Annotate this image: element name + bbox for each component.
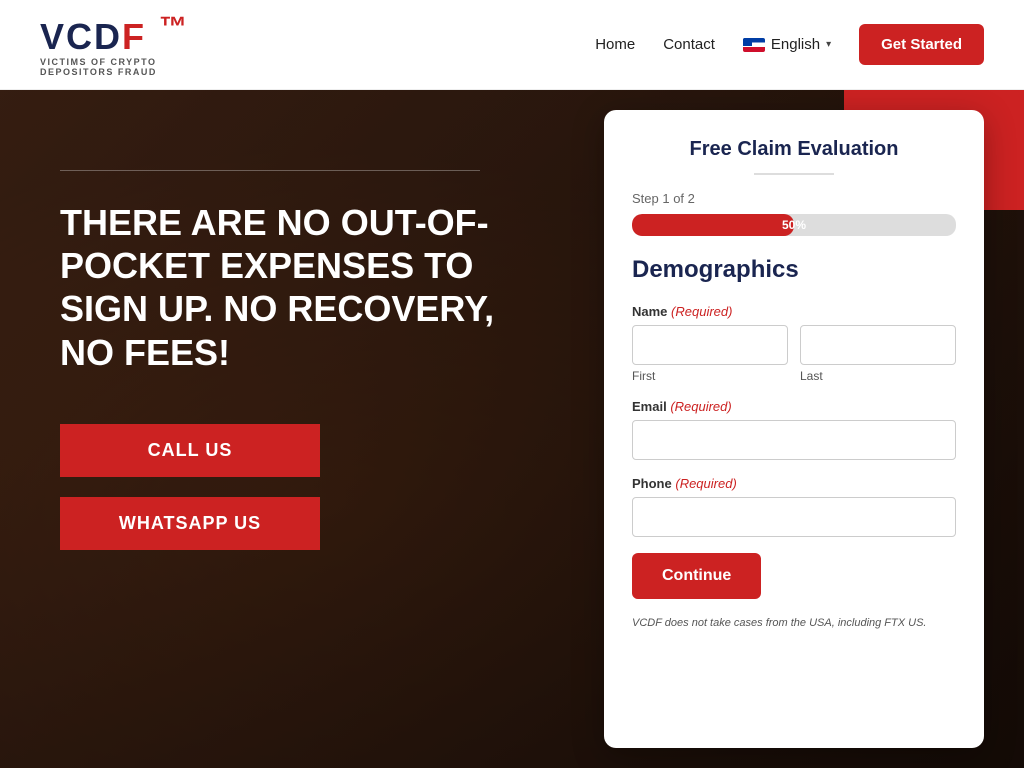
call-us-button[interactable]: CALL US [60,424,320,477]
phone-field-group: Phone (Required) [632,476,956,537]
first-name-input[interactable] [632,325,788,365]
last-label: Last [800,369,956,383]
phone-label: Phone (Required) [632,476,956,491]
phone-required: (Required) [675,476,736,491]
whatsapp-button[interactable]: WHATSAPP US [60,497,320,550]
email-field-group: Email (Required) [632,399,956,460]
step-label: Step 1 of 2 [632,191,956,206]
name-required: (Required) [671,304,732,319]
logo-text: VCDF ™ [40,13,189,55]
continue-button[interactable]: Continue [632,553,761,599]
nav-contact[interactable]: Contact [663,36,715,53]
get-started-button[interactable]: Get Started [859,24,984,65]
nav-home[interactable]: Home [595,36,635,53]
progress-percent-label: 50% [782,218,806,232]
email-label: Email (Required) [632,399,956,414]
language-selector[interactable]: English ▾ [743,36,831,53]
progress-bar: 50% [632,214,956,236]
name-field-group: Name (Required) First Last [632,304,956,383]
chevron-down-icon: ▾ [826,39,831,50]
hero-content: THERE ARE NO OUT-OF-POCKET EXPENSES TO S… [0,90,550,768]
hero-title: THERE ARE NO OUT-OF-POCKET EXPENSES TO S… [60,201,510,374]
main-nav: Home Contact English ▾ Get Started [595,24,984,65]
first-name-col: First [632,325,788,383]
name-row: First Last [632,325,956,383]
hero-divider [60,170,480,171]
progress-bar-fill [632,214,794,236]
logo-subtitle: VICTIMS OF CRYPTO DEPOSITORS FRAUD [40,57,157,77]
name-label: Name (Required) [632,304,956,319]
flag-icon [743,38,765,52]
logo-accent: F [122,16,146,57]
phone-input[interactable] [632,497,956,537]
claim-form-card: Free Claim Evaluation Step 1 of 2 50% De… [604,110,984,748]
disclaimer-text: VCDF does not take cases from the USA, i… [632,615,956,632]
language-label: English [771,36,820,53]
form-divider [754,173,834,175]
last-name-col: Last [800,325,956,383]
main-content: THERE ARE NO OUT-OF-POCKET EXPENSES TO S… [0,90,1024,768]
logo: VCDF ™ VICTIMS OF CRYPTO DEPOSITORS FRAU… [40,13,189,77]
section-heading: Demographics [632,256,956,284]
site-header: VCDF ™ VICTIMS OF CRYPTO DEPOSITORS FRAU… [0,0,1024,90]
logo-trademark: ™ [159,11,189,42]
email-input[interactable] [632,420,956,460]
last-name-input[interactable] [800,325,956,365]
form-title: Free Claim Evaluation [632,138,956,161]
email-required: (Required) [670,399,731,414]
first-label: First [632,369,788,383]
